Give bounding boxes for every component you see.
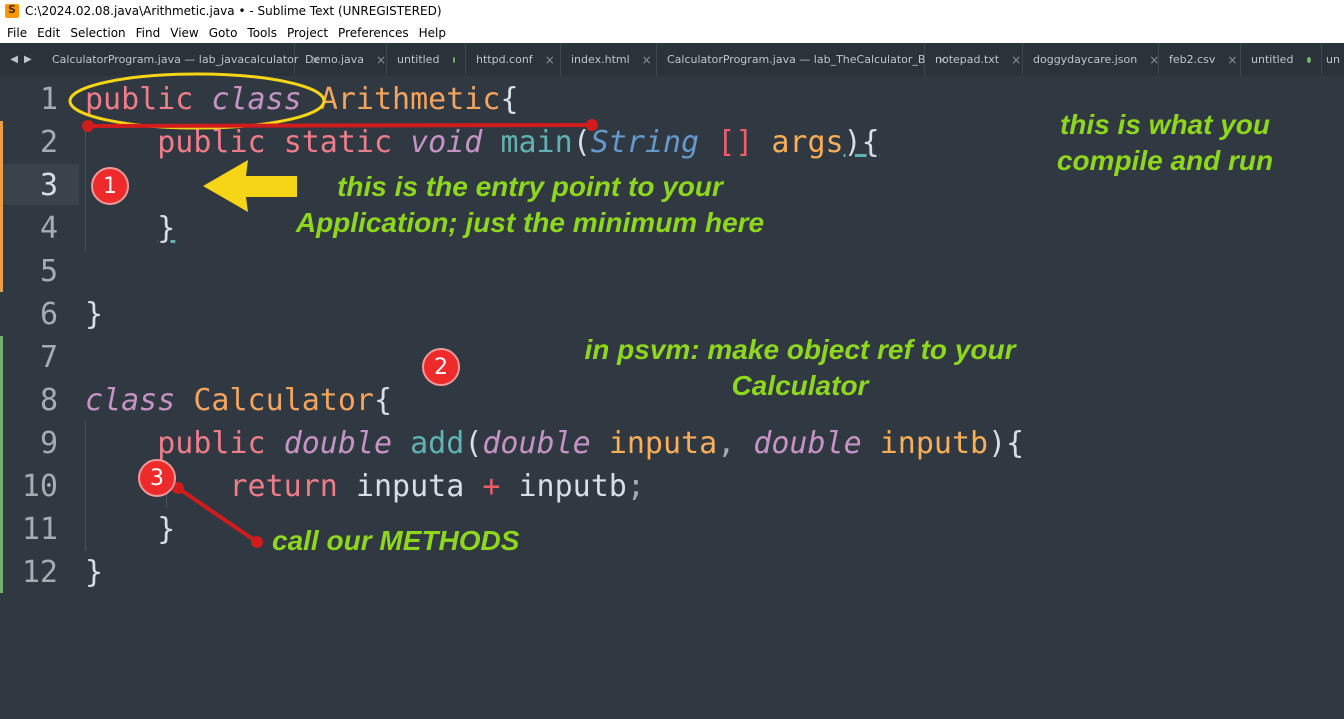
tab-close-icon[interactable]: × bbox=[1227, 53, 1237, 67]
menu-view[interactable]: View bbox=[165, 26, 203, 40]
menu-selection[interactable]: Selection bbox=[65, 26, 130, 40]
window-title: C:\2024.02.08.java\Arithmetic.java • - S… bbox=[25, 4, 442, 18]
menu-tools[interactable]: Tools bbox=[242, 26, 282, 40]
note-line: in psvm: make object ref to your bbox=[584, 334, 1016, 365]
note-entry-point: this is the entry point to your Applicat… bbox=[230, 169, 830, 241]
pointer-line bbox=[176, 486, 259, 544]
menu-edit[interactable]: Edit bbox=[32, 26, 65, 40]
tab-label: un bbox=[1326, 53, 1340, 66]
tab-calculatorprogram-lab-javacalculator[interactable]: CalculatorProgram.java — lab_javacalcula… bbox=[42, 43, 320, 76]
unsaved-dot-icon[interactable] bbox=[1307, 56, 1311, 63]
note-compile-run: this is what you compile and run bbox=[1020, 107, 1310, 179]
marker-dot bbox=[251, 536, 263, 548]
note-line: this is the entry point to your bbox=[337, 171, 723, 202]
tab-overflow[interactable]: un bbox=[1322, 43, 1344, 76]
title-bar: C:\2024.02.08.java\Arithmetic.java • - S… bbox=[0, 0, 1344, 22]
tab-label: doggydaycare.json bbox=[1033, 53, 1138, 66]
tab-doggydaycare-json[interactable]: doggydaycare.json × bbox=[1023, 43, 1159, 76]
step-badge-1: 1 bbox=[91, 167, 129, 205]
tab-label: index.html bbox=[571, 53, 630, 66]
tab-right-arrow-icon[interactable]: ▶ bbox=[24, 54, 32, 65]
marker-dot bbox=[82, 120, 94, 132]
tab-close-icon[interactable]: × bbox=[545, 53, 555, 67]
tab-demo-java[interactable]: Demo.java × bbox=[295, 43, 387, 76]
underline-marker bbox=[87, 123, 593, 128]
sublime-text-icon bbox=[5, 3, 19, 18]
tab-label: httpd.conf bbox=[476, 53, 533, 66]
step-badge-3: 3 bbox=[138, 459, 176, 497]
tab-navigation: ◀ ▶ bbox=[0, 43, 42, 76]
code-editor[interactable]: 1 2 3 4 5 6 7 8 9 10 11 12 public class … bbox=[0, 72, 1344, 719]
tab-label: CalculatorProgram.java — lab_javacalcula… bbox=[52, 53, 299, 66]
tab-notepad-txt[interactable]: notepad.txt × bbox=[925, 43, 1023, 76]
marker-dot bbox=[586, 119, 598, 131]
note-methods: call our METHODS bbox=[272, 525, 520, 556]
tab-close-icon[interactable]: × bbox=[1011, 53, 1021, 67]
highlight-ellipse bbox=[68, 72, 326, 130]
note-psvm: in psvm: make object ref to your Calcula… bbox=[510, 332, 1090, 404]
menu-preferences[interactable]: Preferences bbox=[333, 26, 414, 40]
unsaved-dot-icon[interactable] bbox=[453, 56, 455, 63]
tab-untitled[interactable]: untitled bbox=[387, 43, 466, 76]
step-badge-2: 2 bbox=[422, 348, 460, 386]
tab-label: feb2.csv bbox=[1169, 53, 1216, 66]
tab-label: Demo.java bbox=[305, 53, 365, 66]
note-line: this is what you bbox=[1059, 109, 1271, 140]
note-line: Calculator bbox=[731, 370, 869, 401]
tab-index-html[interactable]: index.html × bbox=[561, 43, 657, 76]
tab-httpd-conf[interactable]: httpd.conf × bbox=[466, 43, 561, 76]
tab-untitled-2[interactable]: untitled bbox=[1241, 43, 1322, 76]
menu-find[interactable]: Find bbox=[131, 26, 166, 40]
tab-close-icon[interactable]: × bbox=[1149, 53, 1159, 67]
menu-file[interactable]: File bbox=[0, 26, 32, 40]
note-line: compile and run bbox=[1056, 145, 1274, 176]
menu-goto[interactable]: Goto bbox=[204, 26, 243, 40]
menu-help[interactable]: Help bbox=[414, 26, 451, 40]
tab-close-icon[interactable]: × bbox=[376, 53, 386, 67]
tab-label: untitled bbox=[397, 53, 440, 66]
tab-close-icon[interactable]: × bbox=[642, 53, 652, 67]
tab-left-arrow-icon[interactable]: ◀ bbox=[10, 54, 18, 65]
note-line: Application; just the minimum here bbox=[295, 207, 765, 238]
menu-project[interactable]: Project bbox=[282, 26, 333, 40]
tab-calculatorprogram-lab-thecalculator[interactable]: CalculatorProgram.java — lab_TheCalculat… bbox=[657, 43, 948, 76]
menu-bar: File Edit Selection Find View Goto Tools… bbox=[0, 22, 1344, 43]
tab-label: untitled bbox=[1251, 53, 1294, 66]
tab-bar: ◀ ▶ CalculatorProgram.java — lab_javacal… bbox=[0, 43, 1344, 76]
tab-label: CalculatorProgram.java — lab_TheCalculat… bbox=[667, 53, 926, 66]
tab-label: notepad.txt bbox=[935, 53, 1000, 66]
tab-feb2-csv[interactable]: feb2.csv × bbox=[1159, 43, 1241, 76]
